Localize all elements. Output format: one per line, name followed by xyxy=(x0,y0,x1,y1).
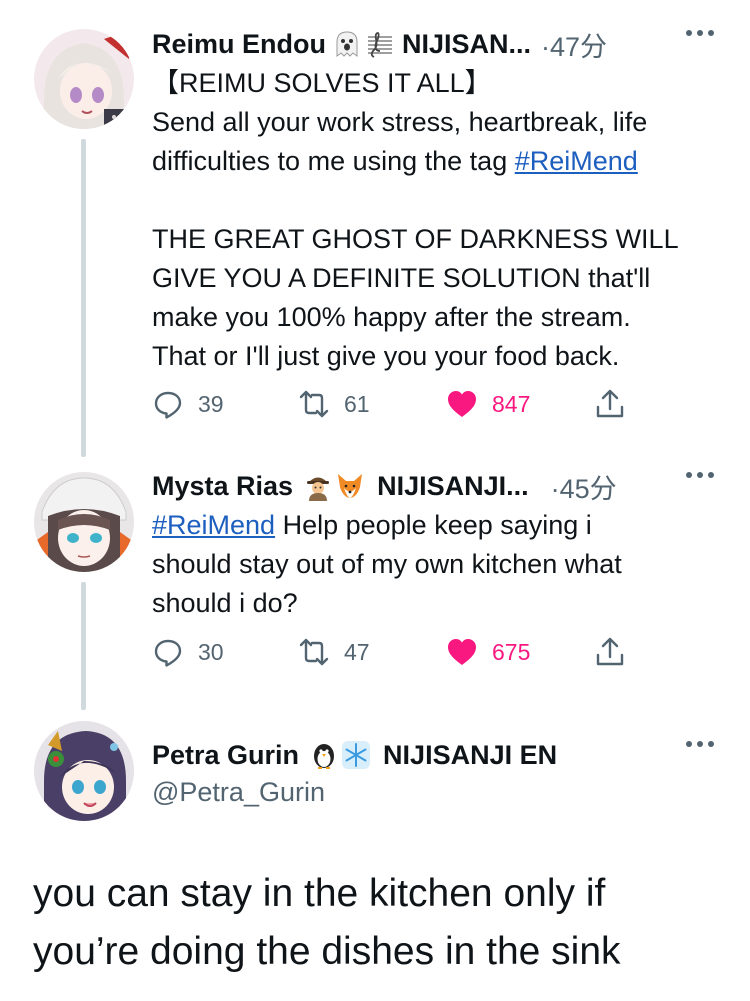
text-line: you can stay in the kitchen only if xyxy=(33,872,606,915)
retweet-button[interactable]: 61 xyxy=(298,384,370,424)
text-line: Send all your work stress, heartbreak, l… xyxy=(152,107,648,137)
share-button[interactable] xyxy=(594,632,626,672)
text-line: THE GREAT GHOST OF DARKNESS WILL xyxy=(152,224,679,254)
display-name[interactable]: Mysta Rias xyxy=(152,471,293,502)
ghost-emoji-icon xyxy=(332,29,362,59)
affiliation: NIJISANJI EN xyxy=(383,739,558,770)
text-line: That or I'll just give you your food bac… xyxy=(152,341,620,371)
tweet-text-main: you can stay in the kitchen only if you’… xyxy=(33,865,723,981)
affiliation: NIJISAN... xyxy=(402,28,532,59)
share-icon xyxy=(596,389,624,418)
avatar-reimu-image xyxy=(34,29,134,129)
text-line: should stay out of my own kitchen what xyxy=(152,549,622,579)
thread-line xyxy=(81,582,86,710)
user-handle[interactable]: @Petra_Gurin xyxy=(152,777,325,808)
hashtag-link[interactable]: #ReiMend xyxy=(152,510,275,540)
timestamp[interactable]: ·45分 xyxy=(551,467,617,506)
like-button[interactable]: 847 xyxy=(446,384,530,424)
reply-count: 39 xyxy=(198,390,224,417)
detective-emoji-icon xyxy=(303,471,333,501)
tweet-header: Reimu Endou NIJISAN... ·47分 xyxy=(152,24,607,64)
retweet-icon xyxy=(299,390,329,418)
more-options-icon[interactable] xyxy=(686,741,714,747)
text-line: #ReiMend Help people keep saying i xyxy=(152,506,712,545)
affiliation: NIJISANJI... xyxy=(377,470,529,501)
text-line-start: difficulties to me using the tag xyxy=(152,146,515,176)
tweet-text: #ReiMend Help people keep saying i shoul… xyxy=(152,506,712,623)
text-line: make you 100% happy after the stream. xyxy=(152,302,631,332)
display-name[interactable]: Petra Gurin xyxy=(152,740,299,771)
avatar-reimu[interactable] xyxy=(34,29,134,129)
music-staff-icon xyxy=(364,29,394,59)
heart-filled-icon xyxy=(448,391,476,417)
tweet-reimu[interactable]: Reimu Endou NIJISAN... ·47分 【REIMU SOLVE… xyxy=(0,24,750,457)
like-count: 847 xyxy=(492,390,531,417)
more-options-icon[interactable] xyxy=(686,472,714,478)
retweet-count: 47 xyxy=(344,638,370,665)
thread-line xyxy=(81,139,86,457)
text-line-rest: Help people keep saying i xyxy=(275,510,592,540)
tweet-mysta[interactable]: Mysta Rias NIJISANJI... ·45分 #ReiMend He… xyxy=(0,466,750,710)
tweet-actions: 30 47 675 xyxy=(152,632,632,672)
penguin-emoji-icon xyxy=(309,740,339,770)
reply-button[interactable]: 30 xyxy=(152,632,224,672)
fox-emoji-icon xyxy=(335,471,365,501)
retweet-count: 61 xyxy=(344,390,370,417)
share-button[interactable] xyxy=(594,384,626,424)
reply-icon xyxy=(154,391,182,419)
reply-button[interactable]: 39 xyxy=(152,384,224,424)
retweet-button[interactable]: 47 xyxy=(298,632,370,672)
timestamp[interactable]: ·47分 xyxy=(541,25,607,64)
hashtag-link[interactable]: #ReiMend xyxy=(515,146,638,176)
share-icon xyxy=(596,637,624,666)
reply-icon xyxy=(154,639,182,667)
tweet-header: Petra Gurin NIJISANJI EN xyxy=(152,735,557,775)
tweet-text: 【REIMU SOLVES IT ALL】 Send all your work… xyxy=(152,64,712,376)
retweet-icon xyxy=(299,638,329,666)
text-line: GIVE YOU A DEFINITE SOLUTION that'll xyxy=(152,263,651,293)
tweet-actions: 39 61 847 xyxy=(152,384,632,424)
text-line: you’re doing the dishes in the sink xyxy=(33,930,621,973)
avatar-petra-image xyxy=(34,721,134,821)
reply-count: 30 xyxy=(198,638,224,665)
tweet-header: Mysta Rias NIJISANJI... ·45分 xyxy=(152,466,617,506)
text-line: difficulties to me using the tag #ReiMen… xyxy=(152,142,712,181)
snowflake-emoji-icon xyxy=(341,740,371,770)
heart-filled-icon xyxy=(448,639,476,665)
tweet-petra[interactable]: Petra Gurin NIJISANJI EN @Petra_Gurin yo… xyxy=(0,721,750,1001)
text-line: 【REIMU SOLVES IT ALL】 xyxy=(152,68,492,98)
avatar-mysta[interactable] xyxy=(34,472,134,572)
like-button[interactable]: 675 xyxy=(446,632,530,672)
like-count: 675 xyxy=(492,638,531,665)
display-name[interactable]: Reimu Endou xyxy=(152,29,326,60)
more-options-icon[interactable] xyxy=(686,30,714,36)
avatar-mysta-image xyxy=(34,472,134,572)
text-line: should i do? xyxy=(152,588,298,618)
avatar-petra[interactable] xyxy=(34,721,134,821)
